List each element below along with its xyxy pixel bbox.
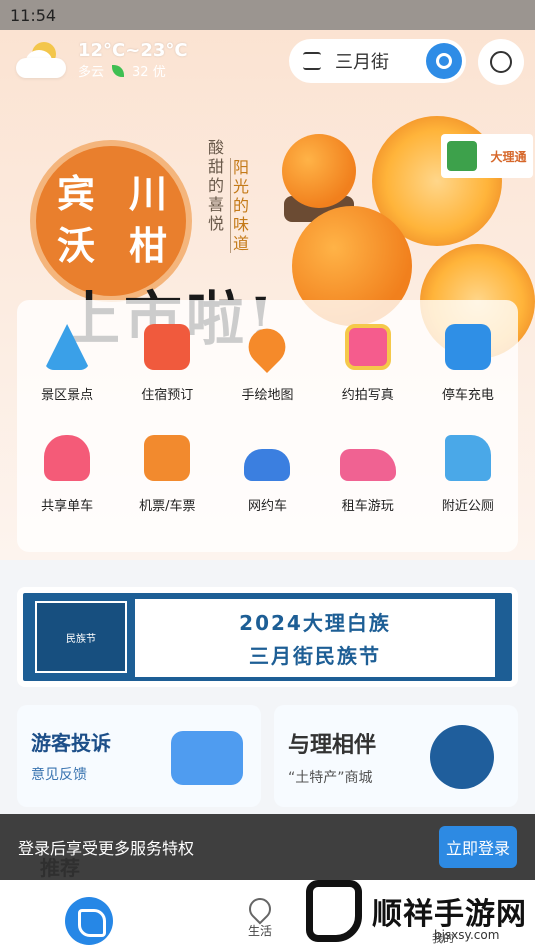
brand-emblem-icon (447, 141, 478, 171)
weather-condition: 多云 (78, 65, 105, 80)
mall-card[interactable]: 与理相伴 “土特产”商城 (274, 705, 518, 807)
banner-line-1: 2024大理白族 (239, 611, 391, 635)
car-icon (244, 449, 291, 481)
watermark-logo-icon (306, 880, 362, 942)
service-restroom[interactable]: 附近公厕 (418, 435, 518, 546)
login-button[interactable]: 立即登录 (439, 826, 517, 868)
scooter-icon (44, 435, 91, 481)
feedback-chat-icon (171, 731, 243, 785)
toilet-paper-icon (444, 435, 491, 481)
service-grid: 景区景点 住宿预订 手绘地图 约拍写真 停车充电 共享单车 机票/车票 网约车 … (17, 300, 518, 552)
tab-life[interactable]: 生活 (244, 893, 276, 939)
photo-icon (344, 324, 391, 370)
location-pin-icon (244, 893, 276, 925)
message-button[interactable] (478, 39, 524, 85)
login-prompt-bar: 登录后享受更多服务特权 立即登录 (0, 814, 535, 880)
search-button[interactable] (426, 43, 462, 79)
banner-line-2: 三月街民族节 (249, 644, 381, 668)
service-map[interactable]: 手绘地图 (217, 320, 317, 435)
air-quality: 32 优 (132, 65, 166, 80)
complaint-card[interactable]: 游客投诉 意见反馈 (17, 705, 261, 807)
leaf-icon (112, 64, 125, 77)
search-box[interactable]: 三月街 (289, 39, 466, 83)
promo-title: 宾 川 沃 柑 (56, 171, 167, 268)
search-input[interactable]: 三月街 (335, 48, 426, 74)
hotel-icon (144, 324, 191, 370)
ev-charger-icon (444, 324, 491, 370)
watermark-url: bjsxsy.com (434, 928, 500, 942)
tab-home[interactable] (65, 897, 113, 945)
service-photo[interactable]: 约拍写真 (318, 324, 418, 435)
status-bar: 11:54 (0, 0, 535, 30)
service-tickets[interactable]: 机票/车票 (117, 435, 217, 546)
service-car-rental[interactable]: 租车游玩 (318, 435, 418, 546)
weather-temp: 12°C~23°C (78, 40, 188, 61)
promo-tagline-2: 阳光的味道 (230, 158, 250, 253)
login-prompt-text: 登录后享受更多服务特权 (18, 839, 195, 858)
ticket-icon (144, 435, 191, 481)
convertible-icon (339, 449, 396, 481)
mall-logo-icon (430, 725, 494, 789)
weather-widget[interactable]: 12°C~23°C 多云 32 优 (16, 40, 188, 80)
festival-emblem: 民族节 (35, 601, 127, 673)
chat-icon (490, 51, 512, 73)
service-scenic[interactable]: 景区景点 (17, 324, 117, 435)
status-time: 11:54 (10, 6, 57, 25)
service-bike[interactable]: 共享单车 (17, 435, 117, 546)
brand-logo: 大理通 (441, 134, 533, 178)
promo-tagline-1: 酸甜的喜悦 (208, 138, 225, 233)
mountain-icon (44, 324, 91, 370)
service-ride-hailing[interactable]: 网约车 (217, 435, 317, 546)
orange-image (282, 134, 356, 208)
scan-icon[interactable] (303, 52, 321, 70)
watermark-text: 顺祥手游网 (372, 897, 527, 932)
service-hotel[interactable]: 住宿预订 (117, 324, 217, 435)
search-icon (436, 53, 452, 69)
service-parking[interactable]: 停车充电 (418, 324, 518, 435)
festival-banner[interactable]: 民族节 2024大理白族 三月街民族节 (17, 587, 518, 687)
partly-cloudy-icon (16, 40, 68, 80)
map-pin-icon (241, 320, 294, 374)
